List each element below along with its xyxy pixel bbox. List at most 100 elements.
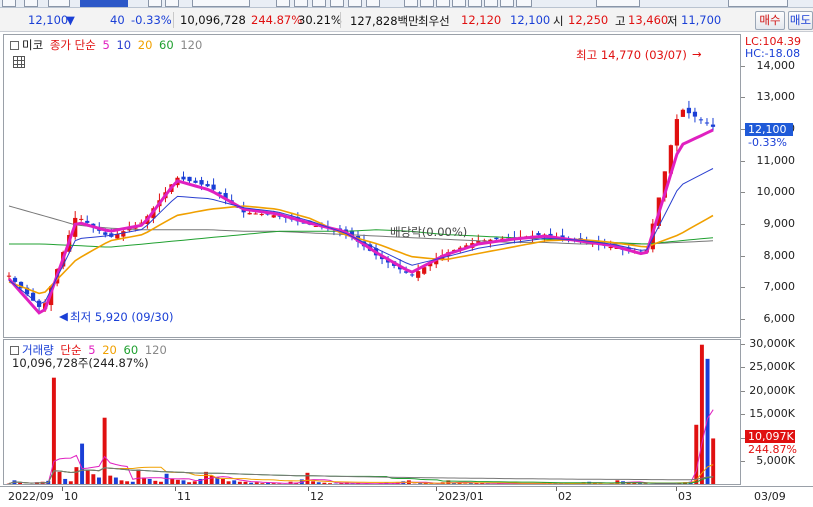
period-week-button[interactable]: [312, 0, 326, 7]
volume-bar: [305, 472, 310, 484]
interval-button[interactable]: [452, 0, 466, 7]
price-chart-pane[interactable]: 미코 종가 단순 5 10 20 60 120 최고 14,770 (03/07…: [3, 34, 741, 338]
quote-bar: 12,100 ▼ 40 -0.33% 10,096,728 244.87% 30…: [0, 8, 813, 32]
y-tick: [741, 390, 745, 392]
volume-bar: [113, 477, 118, 484]
volume-bar: [97, 477, 101, 484]
best-bid-label: 최우선: [418, 14, 450, 28]
period-min-button[interactable]: [348, 0, 362, 7]
period-tick-button[interactable]: [366, 0, 380, 7]
volume-ratio: 244.87%: [251, 13, 303, 27]
legend-ma10[interactable]: 10: [116, 38, 131, 52]
volume-bar: [130, 481, 135, 484]
toolbar-button[interactable]: [276, 0, 290, 7]
volume-bar: [187, 482, 192, 484]
volume-chart-pane[interactable]: 거래량 단순 5 20 60 120 10,096,728주(244.87%): [3, 339, 741, 485]
y-label: 25,000K: [749, 360, 795, 374]
legend-ma5[interactable]: 5: [102, 38, 109, 52]
volume-y-axis: 30,000K25,000K20,000K15,000K10,000K5,000…: [741, 339, 813, 485]
volume-bar: [68, 481, 73, 484]
current-price: 12,100: [28, 13, 69, 27]
grid-icon[interactable]: [13, 56, 25, 68]
low-label: 저: [667, 14, 678, 28]
lc-hc-readout: LC:104.39 HC:-18.08: [745, 36, 801, 60]
volume-bar: [570, 484, 574, 485]
legend-ma120[interactable]: 120: [180, 38, 202, 52]
sell-button[interactable]: 매도: [788, 11, 813, 30]
volume-bar: [609, 483, 614, 484]
volume-bar: [367, 484, 371, 485]
period-day-button[interactable]: [294, 0, 308, 7]
top-toolbar: [0, 0, 813, 8]
price-legend: 미코 종가 단순 5 10 20 60 120: [10, 37, 205, 53]
volume-bar: [24, 484, 28, 485]
volume-info: 10,096,728주(244.87%): [12, 356, 149, 370]
volume-bar: [711, 438, 716, 484]
count-field[interactable]: [596, 0, 640, 7]
x-label: 2023/01: [438, 490, 484, 503]
x-axis: 2022/09 10 11 12 2023/01 02 03 03/09: [0, 486, 813, 507]
interval-button[interactable]: [436, 0, 450, 7]
open-label: 시: [553, 14, 564, 28]
volume-bar: [237, 481, 242, 484]
y-label: 20,000K: [749, 383, 795, 397]
candle: [686, 100, 692, 119]
volume-bar: [283, 484, 287, 485]
date-field[interactable]: [728, 0, 788, 7]
volume-bar: [153, 480, 158, 484]
volume-bar: [311, 481, 316, 484]
stock-name-field[interactable]: [192, 0, 250, 7]
open-value: 12,250: [568, 13, 609, 27]
interval-button[interactable]: [420, 0, 434, 7]
period-month-button[interactable]: [330, 0, 344, 7]
stock-code-input[interactable]: [80, 0, 128, 7]
interval-button[interactable]: [500, 0, 514, 7]
toolbar-button[interactable]: [48, 0, 70, 7]
volume-bar: [508, 484, 512, 485]
x-label: 02: [558, 490, 572, 503]
current-price-tag: 12,100: [745, 123, 793, 136]
volume-bar: [491, 484, 495, 485]
volume-bar: [220, 478, 225, 484]
y-label: 15,000K: [749, 407, 795, 421]
legend-box-icon[interactable]: [10, 346, 19, 355]
price-y-axis: 14,00013,00012,00011,00010,0009,0008,000…: [741, 34, 813, 338]
buy-button[interactable]: 매수: [755, 11, 785, 30]
volume-bar: [102, 417, 107, 484]
left-arrow-icon: ◀: [59, 309, 68, 323]
volume-bar: [243, 481, 248, 484]
ma-line-120: [8, 205, 714, 245]
volume-bar: [147, 478, 152, 484]
volume-bar: [649, 484, 653, 485]
volume-bar: [209, 475, 214, 484]
volume-bar: [468, 483, 473, 484]
legend-ma20[interactable]: 20: [138, 38, 153, 52]
interval-button[interactable]: [484, 0, 498, 7]
interval-button[interactable]: [468, 0, 482, 7]
candle: [193, 177, 198, 184]
legend-box-icon[interactable]: [10, 41, 19, 50]
legend-ma60[interactable]: 60: [159, 38, 174, 52]
volume-bar: [254, 482, 259, 484]
current-change-tag: -0.33%: [748, 136, 787, 149]
down-arrow-icon: ▼: [66, 13, 75, 27]
y-tick: [741, 65, 745, 67]
interval-button[interactable]: [404, 0, 418, 7]
interval-button[interactable]: [516, 0, 532, 7]
toolbar-button[interactable]: [165, 0, 179, 7]
volume-bar: [142, 477, 147, 484]
toolbar-button[interactable]: [24, 0, 38, 7]
volume-bar: [418, 483, 423, 484]
volume-bar: [260, 483, 265, 484]
ma-line-20: [8, 205, 714, 295]
candle: [211, 178, 216, 192]
best-bid: 12,120: [461, 13, 502, 27]
volume-bar: [108, 475, 113, 484]
toolbar-button[interactable]: [2, 0, 16, 7]
volume-bar: [699, 344, 704, 484]
search-icon[interactable]: [148, 0, 162, 7]
candle: [223, 188, 228, 205]
volume-bar: [164, 473, 169, 484]
volume-bar: [125, 481, 130, 484]
y-label: 9,000: [763, 217, 796, 230]
